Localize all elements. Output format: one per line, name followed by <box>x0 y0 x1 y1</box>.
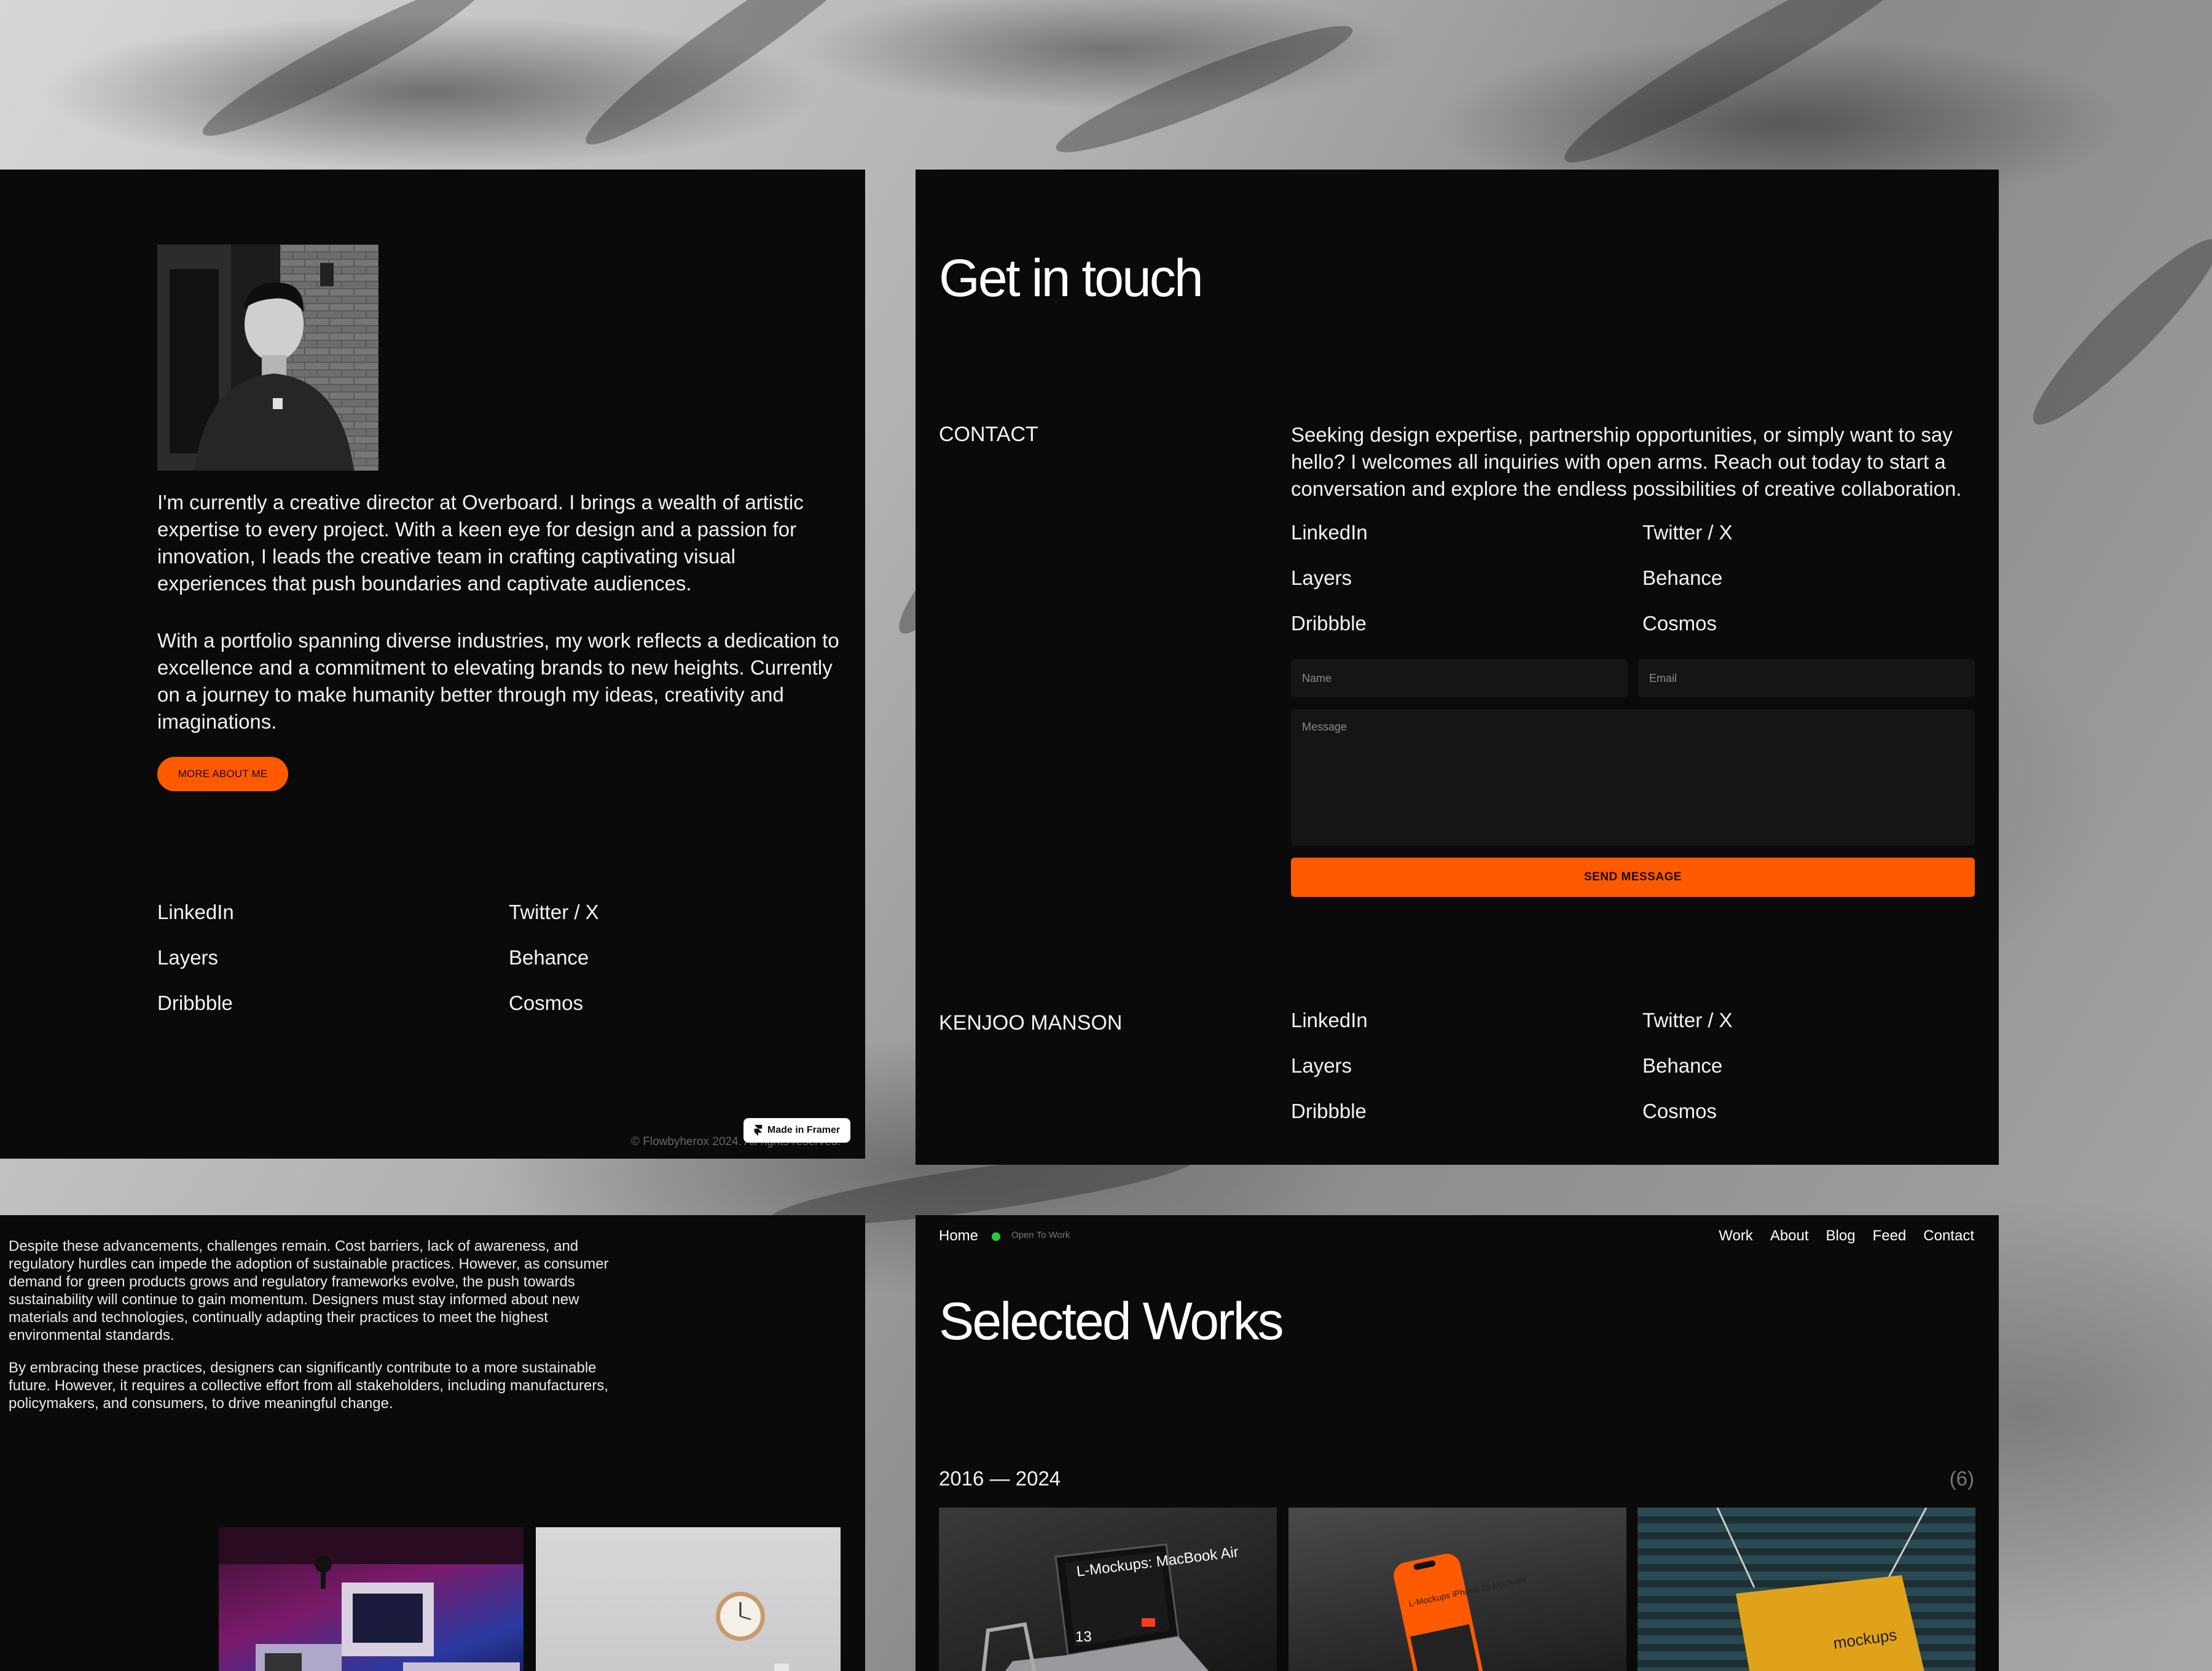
linkedin-link[interactable]: LinkedIn <box>1291 1009 1642 1054</box>
about-panel: I'm currently a creative director at Ove… <box>0 170 865 1159</box>
nav-contact-link[interactable]: Contact <box>1923 1227 1974 1245</box>
works-panel: Home Open To Work Work About Blog Feed C… <box>916 1215 1999 1671</box>
cosmos-link[interactable]: Cosmos <box>1642 612 1827 657</box>
work-card-mockups[interactable]: mockups <box>1637 1508 1975 1671</box>
work-card-iphone[interactable]: L-Mockups iPhone 15 Mockups <box>1288 1508 1626 1671</box>
nav-about-link[interactable]: About <box>1770 1227 1809 1245</box>
twitter-link[interactable]: Twitter / X <box>509 901 693 946</box>
contact-section-label: CONTACT <box>939 423 1038 446</box>
linkedin-link[interactable]: LinkedIn <box>1291 521 1642 566</box>
article-paragraph: Despite these advancements, challenges r… <box>9 1238 609 1344</box>
behance-link[interactable]: Behance <box>509 946 693 992</box>
dribbble-link[interactable]: Dribbble <box>1291 612 1642 657</box>
nav-feed-link[interactable]: Feed <box>1873 1227 1907 1245</box>
behance-link[interactable]: Behance <box>1642 1054 1827 1100</box>
card-1-number: 13 <box>1075 1629 1092 1645</box>
contact-panel: Get in touch CONTACT Seeking design expe… <box>916 170 1999 1165</box>
footer-name: KENJOO MANSON <box>939 1011 1123 1035</box>
nav-blog-link[interactable]: Blog <box>1826 1227 1856 1245</box>
layers-link[interactable]: Layers <box>1291 566 1642 612</box>
year-range: 2016 — 2024 <box>939 1467 1061 1490</box>
more-about-me-button[interactable]: MORE ABOUT ME <box>157 757 288 791</box>
status-badge: Open To Work <box>1011 1230 1070 1240</box>
twitter-link[interactable]: Twitter / X <box>1642 521 1827 566</box>
cosmos-link[interactable]: Cosmos <box>509 992 693 1037</box>
status-dot-icon <box>992 1232 1000 1241</box>
nav-links: Work About Blog Feed Contact <box>1719 1227 1974 1245</box>
behance-link[interactable]: Behance <box>1642 566 1827 612</box>
twitter-link[interactable]: Twitter / X <box>1642 1009 1827 1054</box>
dribbble-link[interactable]: Dribbble <box>157 992 509 1037</box>
nav-work-link[interactable]: Work <box>1719 1227 1753 1245</box>
bio-paragraph: With a portfolio spanning diverse indust… <box>157 629 839 733</box>
social-links: LinkedIn Twitter / X Layers Behance Drib… <box>157 901 693 1037</box>
top-nav: Home Open To Work Work About Blog Feed C… <box>916 1215 1999 1258</box>
contact-intro: Seeking design expertise, partnership op… <box>1291 423 1962 500</box>
retro-computer-photo <box>219 1527 524 1671</box>
wall-clock-photo <box>536 1527 841 1671</box>
nav-home-link[interactable]: Home <box>939 1227 978 1245</box>
page-title: Selected Works <box>939 1292 1284 1351</box>
works-count: (6) <box>1949 1467 1974 1490</box>
linkedin-link[interactable]: LinkedIn <box>157 901 509 946</box>
dribbble-link[interactable]: Dribbble <box>1291 1100 1642 1145</box>
layers-link[interactable]: Layers <box>157 946 509 992</box>
message-field[interactable]: Message <box>1291 710 1975 846</box>
article-paragraph: By embracing these practices, designers … <box>9 1360 609 1412</box>
name-field[interactable]: Name <box>1291 659 1628 697</box>
framer-icon <box>754 1125 763 1136</box>
social-links: LinkedIn Twitter / X Layers Behance Drib… <box>1291 521 1827 657</box>
send-message-button[interactable]: SEND MESSAGE <box>1291 858 1975 897</box>
cosmos-link[interactable]: Cosmos <box>1642 1100 1827 1145</box>
article-panel: Despite these advancements, challenges r… <box>0 1215 865 1671</box>
email-field[interactable]: Email <box>1638 659 1975 697</box>
framer-badge-label: Made in Framer <box>767 1125 841 1135</box>
made-in-framer-badge[interactable]: Made in Framer <box>743 1118 850 1143</box>
footer-social-links: LinkedIn Twitter / X Layers Behance Drib… <box>1291 1009 1827 1145</box>
portrait-photo <box>157 245 378 471</box>
bio-paragraph: I'm currently a creative director at Ove… <box>157 491 804 595</box>
page-title: Get in touch <box>939 249 1204 308</box>
layers-link[interactable]: Layers <box>1291 1054 1642 1100</box>
work-card-macbook[interactable]: L-Mockups: MacBook Air 13 <box>939 1508 1277 1671</box>
